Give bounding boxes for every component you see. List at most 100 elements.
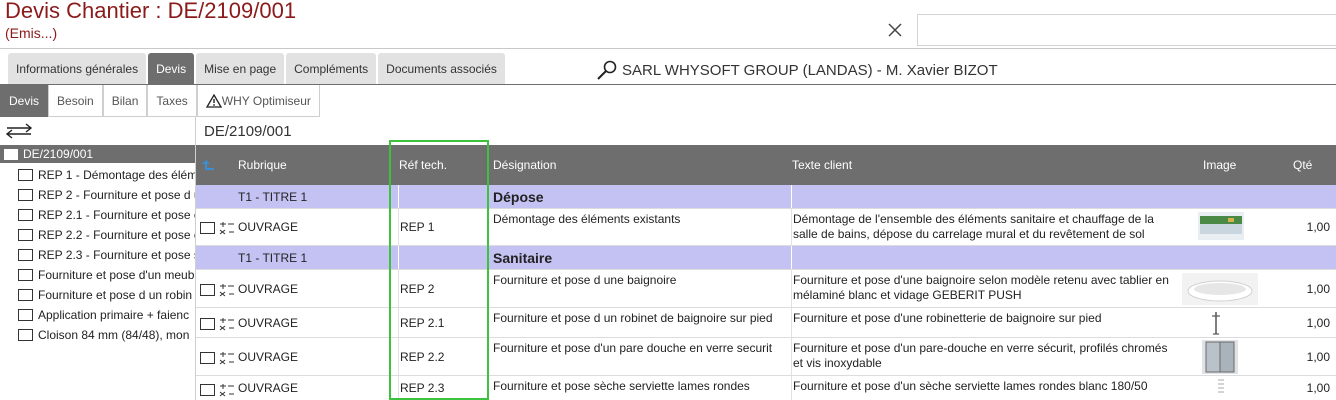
col-texte-client[interactable]: Texte client xyxy=(792,145,852,185)
col-image[interactable]: Image xyxy=(1203,145,1236,185)
structure-tree-panel: DE/2109/001 REP 1 - Démontage des élém RE… xyxy=(0,117,196,400)
bathroom-thumbnail-icon[interactable] xyxy=(1198,212,1244,240)
tree-item[interactable]: REP 2 - Fourniture et pose d u xyxy=(18,185,196,205)
tree-item[interactable]: REP 2.2 - Fourniture et pose c xyxy=(18,225,196,245)
subtab-why-optimiseur[interactable]: WHY Optimiseur xyxy=(196,85,320,117)
col-rubrique[interactable]: Rubrique xyxy=(238,145,287,185)
row-checkbox[interactable] xyxy=(200,284,215,296)
tree-item-checkbox[interactable] xyxy=(18,289,33,301)
tab-documents-associes[interactable]: Documents associés xyxy=(378,53,505,84)
document-status: (Emis...) xyxy=(5,25,58,41)
tree-item-checkbox[interactable] xyxy=(18,249,33,261)
subtab-taxes[interactable]: Taxes xyxy=(147,85,197,117)
tab-devis[interactable]: Devis xyxy=(148,53,195,84)
subtab-bilan[interactable]: Bilan xyxy=(102,85,148,117)
cell-rubrique: OUVRAGE xyxy=(238,315,299,330)
tree-item-label: REP 2 - Fourniture et pose d u xyxy=(38,188,196,202)
swap-arrows-icon[interactable] xyxy=(4,121,34,141)
row-actions xyxy=(200,283,235,297)
subtab-besoin[interactable]: Besoin xyxy=(48,85,103,117)
table-row[interactable]: OUVRAGE REP 2.3 Fourniture et pose sèche… xyxy=(196,376,1336,400)
tree-item-checkbox[interactable] xyxy=(18,269,33,281)
row-checkbox[interactable] xyxy=(200,318,215,330)
tree-item-checkbox[interactable] xyxy=(18,169,33,181)
tab-mise-en-page[interactable]: Mise en page xyxy=(196,53,285,84)
grid-header: Rubrique Réf tech. Désignation Texte cli… xyxy=(196,145,1336,185)
column-divider xyxy=(398,209,399,245)
close-icon[interactable] xyxy=(887,22,903,38)
cell-designation: Fourniture et pose d une baignoire xyxy=(493,273,677,287)
col-qte[interactable]: Qté xyxy=(1293,145,1312,185)
tree-root[interactable]: DE/2109/001 xyxy=(0,145,195,163)
split-tools-icon xyxy=(219,352,234,365)
client-name: SARL WHYSOFT GROUP (LANDAS) - M. Xavier … xyxy=(622,61,998,79)
shower-screen-thumbnail-icon[interactable] xyxy=(1202,340,1238,374)
column-divider xyxy=(791,376,792,400)
row-checkbox[interactable] xyxy=(200,384,215,396)
tree-item-checkbox[interactable] xyxy=(18,229,33,241)
row-checkbox[interactable] xyxy=(200,222,215,234)
column-divider xyxy=(398,246,399,269)
table-row[interactable]: OUVRAGE REP 2 Fourniture et pose d une b… xyxy=(196,270,1336,308)
cell-qte: 1,00 xyxy=(1306,281,1330,296)
tree-item[interactable]: Cloison 84 mm (84/48), mon xyxy=(18,325,195,345)
main-tabs: Informations générales Devis Mise en pag… xyxy=(8,53,505,84)
tree-item-label: REP 2.2 - Fourniture et pose c xyxy=(38,228,196,242)
back-arrow-icon[interactable] xyxy=(200,159,216,171)
tree-item[interactable]: Fourniture et pose d un robin xyxy=(18,285,195,305)
column-divider xyxy=(398,338,399,375)
row-actions xyxy=(200,317,235,331)
tree-item[interactable]: Fourniture et pose d'un meub xyxy=(18,265,195,285)
tree-item-checkbox[interactable] xyxy=(18,309,33,321)
column-divider xyxy=(791,308,792,337)
subtab-devis[interactable]: Devis xyxy=(0,85,49,117)
cell-rubrique: OUVRAGE xyxy=(238,220,299,234)
towel-dryer-thumbnail-icon[interactable] xyxy=(1216,378,1226,398)
tab-informations-generales[interactable]: Informations générales xyxy=(8,53,147,84)
tree-item[interactable]: Application primaire + faienc xyxy=(18,305,195,325)
cell-rubrique: OUVRAGE xyxy=(238,381,299,395)
tree-item[interactable]: REP 2.1 - Fourniture et pose c xyxy=(18,205,195,225)
cell-ref-tech: REP 2.1 xyxy=(400,315,445,330)
page-title: Devis Chantier : DE/2109/001 xyxy=(5,0,297,23)
tree-item[interactable]: REP 1 - Démontage des élém xyxy=(18,165,196,185)
table-row[interactable]: OUVRAGE REP 2.2 Fourniture et pose d'un … xyxy=(196,338,1336,376)
cell-designation: Fourniture et pose d un robinet de baign… xyxy=(493,311,773,325)
split-tools-icon xyxy=(219,318,234,331)
tab-complements[interactable]: Compléments xyxy=(286,53,377,84)
cell-section-title: Sanitaire xyxy=(493,249,553,266)
tree-item-label: Application primaire + faienc xyxy=(38,308,190,322)
cell-rubrique: T1 - TITRE 1 xyxy=(238,250,308,265)
row-checkbox[interactable] xyxy=(200,352,215,364)
column-divider xyxy=(791,246,792,269)
table-row[interactable]: OUVRAGE REP 2.1 Fourniture et pose d un … xyxy=(196,308,1336,338)
tree-item-label: REP 1 - Démontage des élém xyxy=(38,168,196,182)
cell-texte-client: Fourniture et pose d'une baignoire selon… xyxy=(793,273,1169,302)
tree-item-checkbox[interactable] xyxy=(18,189,33,201)
tree-item[interactable]: REP 2.3 - Fourniture et pose s xyxy=(18,245,196,265)
bathtub-thumbnail-icon[interactable] xyxy=(1182,273,1258,305)
col-designation[interactable]: Désignation xyxy=(493,145,556,185)
cell-rubrique: OUVRAGE xyxy=(238,349,299,364)
table-row-title[interactable]: T1 - TITRE 1 Dépose xyxy=(196,185,1336,209)
cell-texte-client: Fourniture et pose d'un sèche serviette … xyxy=(793,379,1148,393)
tree-item-checkbox[interactable] xyxy=(18,329,33,341)
cell-designation: Démontage des éléments existants xyxy=(493,212,681,226)
cell-designation: Fourniture et pose sèche serviette lames… xyxy=(493,379,750,393)
column-divider xyxy=(398,185,399,208)
cell-qte: 1,00 xyxy=(1306,349,1330,364)
split-tools-icon xyxy=(219,222,234,235)
tree-item-label: REP 2.3 - Fourniture et pose s xyxy=(38,248,196,262)
faucet-thumbnail-icon[interactable] xyxy=(1211,311,1221,335)
row-actions xyxy=(200,383,235,397)
search-input[interactable] xyxy=(917,14,1336,46)
col-ref-tech[interactable]: Réf tech. xyxy=(399,145,447,185)
cell-qte: 1,00 xyxy=(1306,381,1330,395)
table-row-title[interactable]: T1 - TITRE 1 Sanitaire xyxy=(196,246,1336,270)
client-info[interactable]: SARL WHYSOFT GROUP (LANDAS) - M. Xavier … xyxy=(596,60,998,80)
tree-item-checkbox[interactable] xyxy=(18,209,33,221)
document-reference: DE/2109/001 xyxy=(204,123,292,140)
row-actions xyxy=(200,351,235,365)
table-row[interactable]: OUVRAGE REP 1 Démontage des éléments exi… xyxy=(196,209,1336,246)
cell-designation: Fourniture et pose d'un pare douche en v… xyxy=(493,341,773,355)
